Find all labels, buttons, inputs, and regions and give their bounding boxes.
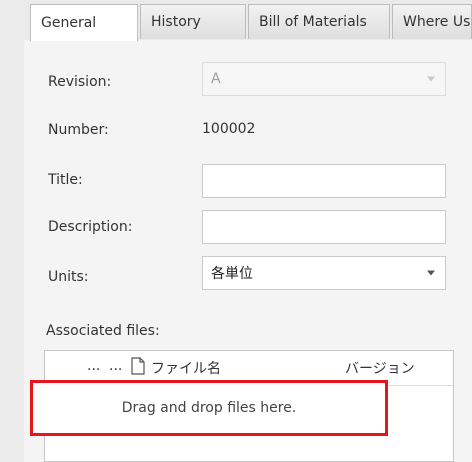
units-label: Units: <box>48 269 89 285</box>
title-label: Title: <box>48 172 83 188</box>
tab-bar: General History Bill of Materials Where … <box>24 0 472 41</box>
tab-bill-of-materials[interactable]: Bill of Materials <box>248 4 390 39</box>
column-version[interactable]: バージョン <box>345 358 415 378</box>
units-value: 各単位 <box>211 266 253 282</box>
associated-files-label: Associated files: <box>46 323 160 339</box>
drop-zone-text: Drag and drop files here. <box>121 400 297 416</box>
units-dropdown[interactable]: 各単位 <box>202 256 446 290</box>
number-value: 100002 <box>202 121 256 137</box>
column-dots-1[interactable]: ... <box>87 358 100 374</box>
revision-value: A <box>211 71 221 87</box>
left-panel-edge <box>0 0 25 462</box>
tab-where-used-label: Where Used <box>403 14 471 30</box>
tab-history-label: History <box>151 14 201 30</box>
chevron-down-icon <box>427 76 435 82</box>
column-dots-2[interactable]: ... <box>109 358 122 374</box>
revision-label: Revision: <box>48 74 112 90</box>
revision-dropdown[interactable]: A <box>202 62 446 96</box>
description-input[interactable] <box>202 210 446 244</box>
description-label: Description: <box>48 219 133 235</box>
column-filename[interactable]: ファイル名 <box>151 358 221 378</box>
title-input[interactable] <box>202 164 446 198</box>
chevron-down-icon <box>427 270 435 276</box>
file-drop-zone[interactable]: Drag and drop files here. <box>30 380 388 436</box>
tab-general[interactable]: General <box>30 4 138 41</box>
tab-history[interactable]: History <box>140 4 246 39</box>
tab-bom-label: Bill of Materials <box>259 14 367 30</box>
tab-general-label: General <box>41 15 97 31</box>
file-icon <box>131 357 145 379</box>
number-value-display: 100002 <box>202 112 446 146</box>
number-label: Number: <box>48 122 109 138</box>
tab-where-used[interactable]: Where Used <box>392 4 472 39</box>
